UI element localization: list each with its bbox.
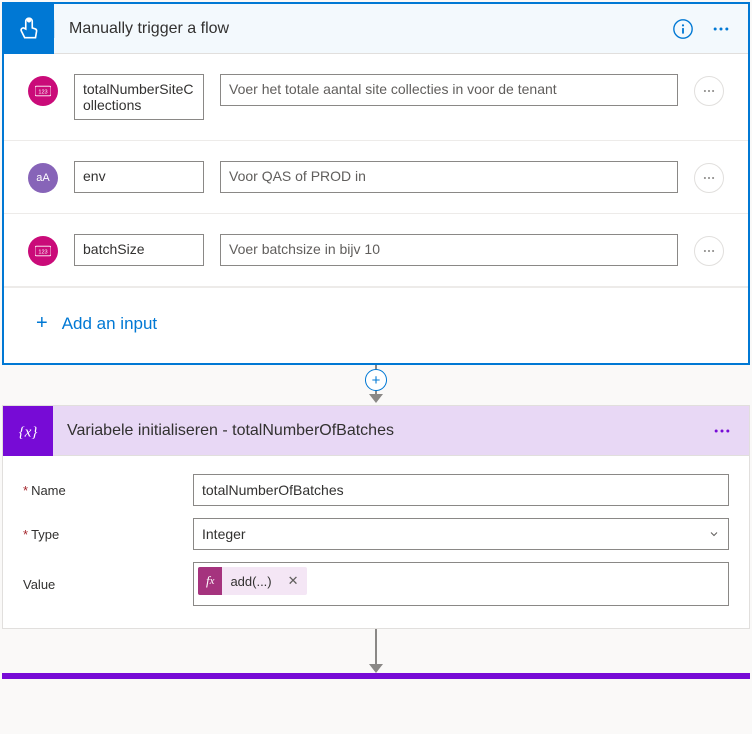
- number-icon: 123: [35, 85, 51, 97]
- trigger-title: Manually trigger a flow: [54, 20, 666, 38]
- variable-header: {x} Variabele initialiseren - totalNumbe…: [3, 406, 749, 456]
- number-type-icon: 123: [28, 236, 58, 266]
- input-more-button[interactable]: [694, 163, 724, 193]
- svg-text:123: 123: [38, 89, 47, 95]
- touch-icon: [16, 16, 42, 42]
- chevron-down-icon: [708, 528, 720, 540]
- number-icon: 123: [35, 245, 51, 257]
- info-button[interactable]: [666, 12, 700, 46]
- add-input-label: Add an input: [62, 314, 157, 334]
- variable-badge: {x}: [3, 406, 53, 456]
- dots-icon: [711, 19, 731, 39]
- number-type-icon: 123: [28, 76, 58, 106]
- var-type-row: Type Integer: [23, 518, 729, 550]
- input-row: 123 batchSize Voer batchsize in bijv 10: [4, 214, 748, 287]
- input-more-button[interactable]: [694, 236, 724, 266]
- arrow-down-icon: [369, 394, 383, 403]
- svg-text:123: 123: [38, 249, 47, 255]
- remove-token-button[interactable]: ✕: [280, 573, 307, 589]
- var-type-label: Type: [23, 527, 193, 542]
- input-more-button[interactable]: [694, 76, 724, 106]
- connector: +: [0, 365, 752, 403]
- dots-icon: [712, 421, 732, 441]
- dots-icon: [702, 84, 716, 98]
- var-type-select[interactable]: Integer: [193, 518, 729, 550]
- expression-text: add(...): [222, 574, 279, 589]
- input-name-field[interactable]: env: [74, 161, 204, 193]
- input-desc-field[interactable]: Voer batchsize in bijv 10: [220, 234, 678, 266]
- variable-actions: [705, 414, 749, 448]
- input-name-field[interactable]: batchSize: [74, 234, 204, 266]
- variable-more-button[interactable]: [705, 414, 739, 448]
- trigger-more-button[interactable]: [704, 12, 738, 46]
- input-row: 123 totalNumberSiteCollections Voer het …: [4, 54, 748, 141]
- fx-icon: fx: [198, 567, 222, 595]
- text-icon: aA: [36, 172, 49, 184]
- add-input-button[interactable]: + Add an input: [4, 287, 748, 363]
- add-step-button[interactable]: +: [365, 369, 387, 391]
- var-value-label: Value: [23, 577, 193, 592]
- input-desc-field[interactable]: Voer het totale aantal site collecties i…: [220, 74, 678, 106]
- connector: [0, 629, 752, 673]
- var-name-input[interactable]: totalNumberOfBatches: [193, 474, 729, 506]
- variable-card: {x} Variabele initialiseren - totalNumbe…: [2, 405, 750, 629]
- input-desc-field[interactable]: Voor QAS of PROD in: [220, 161, 678, 193]
- plus-icon: +: [36, 312, 48, 335]
- var-name-value: totalNumberOfBatches: [202, 482, 344, 498]
- trigger-actions: [666, 12, 748, 46]
- trigger-card: Manually trigger a flow 123 totalNumberS…: [2, 2, 750, 365]
- variable-icon: {x}: [15, 418, 41, 444]
- var-name-label: Name: [23, 483, 193, 498]
- dots-icon: [702, 244, 716, 258]
- next-card-peek: [2, 673, 750, 679]
- var-value-input[interactable]: fx add(...) ✕: [193, 562, 729, 606]
- text-type-icon: aA: [28, 163, 58, 193]
- dots-icon: [702, 171, 716, 185]
- var-type-value: Integer: [202, 526, 246, 542]
- var-value-row: Value fx add(...) ✕: [23, 562, 729, 606]
- input-row: aA env Voor QAS of PROD in: [4, 141, 748, 214]
- info-icon: [672, 18, 694, 40]
- expression-token[interactable]: fx add(...) ✕: [198, 567, 307, 595]
- var-name-row: Name totalNumberOfBatches: [23, 474, 729, 506]
- variable-title: Variabele initialiseren - totalNumberOfB…: [53, 422, 705, 440]
- trigger-header: Manually trigger a flow: [4, 4, 748, 54]
- svg-text:{x}: {x}: [19, 423, 38, 440]
- variable-body: Name totalNumberOfBatches Type Integer V…: [3, 456, 749, 628]
- arrow-down-icon: [369, 664, 383, 673]
- input-name-field[interactable]: totalNumberSiteCollections: [74, 74, 204, 120]
- trigger-badge: [4, 4, 54, 54]
- connector-line: [375, 629, 377, 664]
